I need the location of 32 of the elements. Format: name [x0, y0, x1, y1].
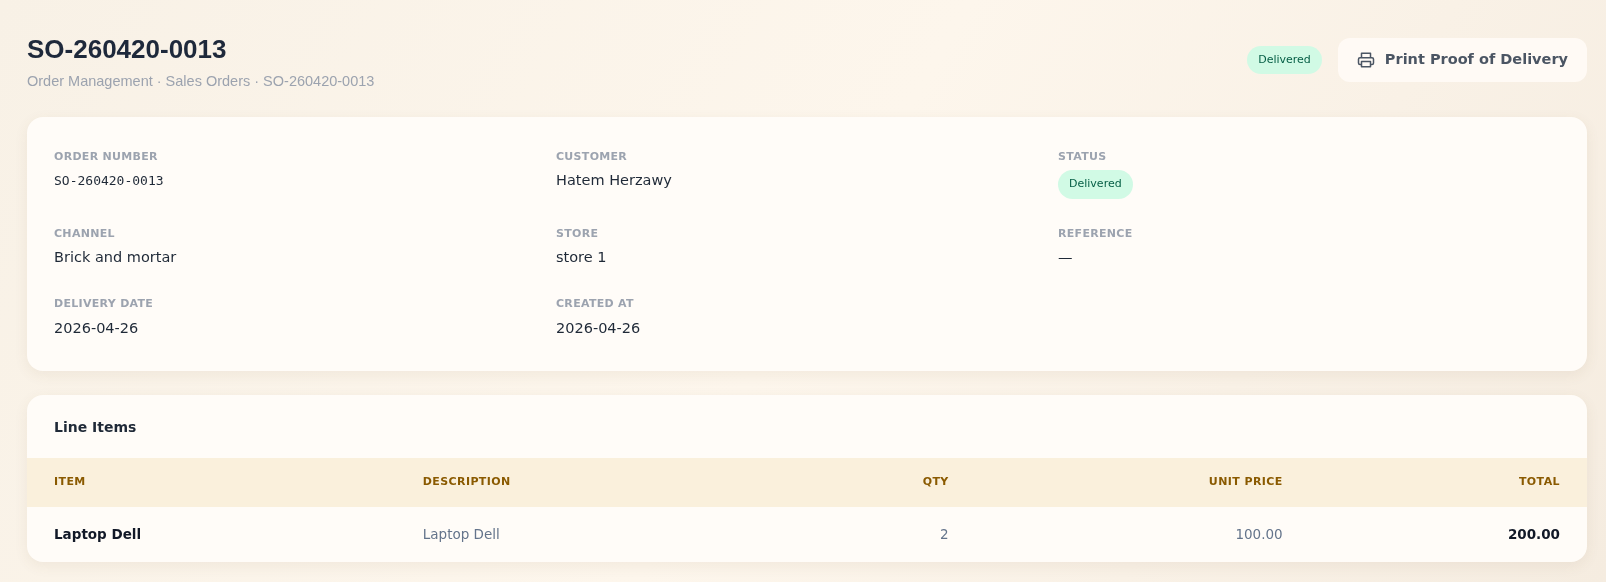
field-label: STATUS — [1058, 148, 1108, 165]
table-cell: Laptop Dell — [27, 506, 396, 563]
table-cell: 2 — [766, 506, 976, 563]
field-label: REFERENCE — [1058, 225, 1134, 242]
field-label: STORE — [556, 225, 600, 242]
field-value: Brick and mortar — [54, 249, 177, 266]
section-title: Line Items — [53, 418, 138, 438]
field-label: CHANNEL — [54, 225, 116, 242]
field-value: — — [1058, 249, 1073, 266]
field-value: Hatem Herzawy — [556, 172, 672, 189]
status-badge: Delivered — [1247, 45, 1322, 75]
column-header: QTY — [766, 458, 976, 507]
table-cell: 100.00 — [975, 506, 1310, 563]
status-badge: Delivered — [1058, 170, 1133, 199]
column-header: DESCRIPTION — [395, 458, 767, 507]
field-value: SO-260420-0013 — [54, 173, 164, 189]
print-button[interactable]: Print Proof of Delivery — [1337, 38, 1587, 82]
field-label: CREATED AT — [556, 296, 635, 313]
table-cell: Laptop Dell — [395, 506, 767, 563]
column-header: ITEM — [27, 458, 396, 507]
field-value: store 1 — [556, 249, 607, 266]
field-label: DELIVERY DATE — [54, 296, 155, 313]
field-label: CUSTOMER — [556, 148, 629, 165]
field-label: ORDER NUMBER — [54, 148, 159, 165]
field-value: 2026-04-26 — [556, 319, 641, 336]
page-title: SO-260420-0013 — [27, 34, 228, 66]
breadcrumb: Order Management · Sales Orders · SO-260420-0013 — [27, 72, 375, 92]
field-value: 2026-04-26 — [54, 319, 139, 336]
table-cell: 200.00 — [1309, 506, 1587, 563]
column-header: TOTAL — [1309, 458, 1587, 507]
printer-icon — [1356, 50, 1375, 69]
column-header: UNIT PRICE — [975, 458, 1310, 507]
